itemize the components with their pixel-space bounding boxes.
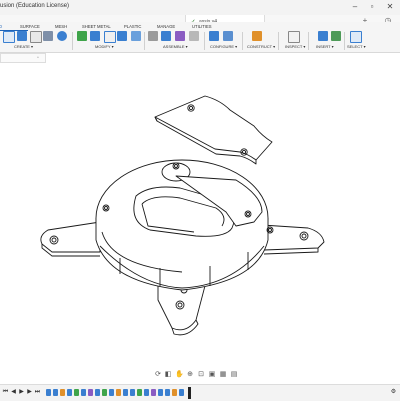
extrude-icon[interactable] (30, 31, 42, 43)
timeline-feature[interactable] (88, 389, 93, 396)
measure-icon[interactable] (288, 31, 300, 43)
minimize-icon[interactable]: – (350, 2, 360, 12)
offset-plane-icon[interactable] (252, 31, 262, 41)
maximize-icon[interactable]: ▫ (367, 2, 377, 12)
zoom-icon[interactable]: ⊕ (186, 371, 194, 379)
tab-manage[interactable]: MANAGE (157, 24, 175, 29)
joint-origin-icon[interactable] (175, 31, 185, 41)
toolbar-separator (204, 32, 205, 50)
title-bar: usion (Education License) – ▫ ✕ (0, 0, 400, 16)
timeline-feature[interactable] (151, 389, 156, 396)
look-at-icon[interactable]: ◧ (164, 371, 172, 379)
tab-sheet-metal[interactable]: SHEET METAL (82, 24, 111, 29)
tab-solid[interactable]: D (0, 24, 2, 29)
timeline-feature[interactable] (60, 389, 65, 396)
fast-forward-icon[interactable]: ⏭ (34, 389, 41, 396)
timeline-feature[interactable] (109, 389, 114, 396)
toolbar-separator (344, 32, 345, 50)
viewports-icon[interactable]: ▤ (230, 371, 238, 379)
combine-icon[interactable] (117, 31, 127, 41)
timeline-feature[interactable] (137, 389, 142, 396)
rewind-icon[interactable]: ⏮ (2, 389, 9, 396)
close-icon[interactable]: ✕ (385, 2, 395, 12)
timeline-feature[interactable] (95, 389, 100, 396)
select-group[interactable]: SELECT ▾ (347, 44, 366, 49)
timeline-feature[interactable] (123, 389, 128, 396)
timeline-feature[interactable] (81, 389, 86, 396)
fit-icon[interactable]: ⊡ (197, 371, 205, 379)
timeline-feature[interactable] (116, 389, 121, 396)
timeline-feature[interactable] (130, 389, 135, 396)
create-group[interactable]: CREATE ▾ (14, 44, 33, 49)
revolve-icon[interactable] (43, 31, 53, 41)
toolbar-separator (144, 32, 145, 50)
navigation-bar: ⟳ ◧ ✋ ⊕ ⊡ ▣ ▦ ▤ (150, 371, 240, 381)
tab-plastic[interactable]: PLASTIC (124, 24, 141, 29)
timeline: ⏮ ◀ ▶ ▶ ⏭ ⚙ (0, 384, 400, 401)
tab-mesh[interactable]: MESH (55, 24, 67, 29)
joint-icon[interactable] (148, 31, 158, 41)
configure-icon[interactable] (223, 31, 233, 41)
create-sketch-icon[interactable] (17, 31, 27, 41)
timeline-feature[interactable] (74, 389, 79, 396)
main-body (95, 159, 274, 291)
select-icon[interactable] (350, 31, 362, 43)
timeline-feature[interactable] (46, 389, 51, 396)
timeline-feature[interactable] (144, 389, 149, 396)
toolbar-separator (308, 32, 309, 50)
rigid-group-icon[interactable] (189, 31, 199, 41)
pan-icon[interactable]: ✋ (175, 371, 184, 379)
tab-utilities[interactable]: UTILITIES (192, 24, 212, 29)
configure-table-icon[interactable] (209, 31, 219, 41)
timeline-feature[interactable] (165, 389, 170, 396)
move-icon[interactable] (131, 31, 141, 41)
grid-icon[interactable]: ▦ (219, 371, 227, 379)
timeline-marker-icon[interactable] (188, 387, 191, 399)
timeline-feature[interactable] (172, 389, 177, 396)
timeline-feature[interactable] (67, 389, 72, 396)
new-component-icon[interactable] (3, 31, 15, 43)
display-settings-icon[interactable]: ▣ (208, 371, 216, 379)
hole-icon[interactable] (57, 31, 67, 41)
toolbar: D SURFACE MESH SHEET METAL PLASTIC MANAG… (0, 22, 400, 53)
timeline-feature[interactable] (179, 389, 184, 396)
inspect-group[interactable]: INSPECT ▾ (285, 44, 305, 49)
configure-group[interactable]: CONFIGURE ▾ (210, 44, 237, 49)
construct-group[interactable]: CONSTRUCT ▾ (247, 44, 275, 49)
tab-surface[interactable]: SURFACE (20, 24, 40, 29)
timeline-settings-icon[interactable]: ⚙ (390, 389, 397, 396)
press-pull-icon[interactable] (77, 31, 87, 41)
top-plate (154, 95, 273, 165)
toolbar-separator (72, 32, 73, 50)
model-viewport[interactable] (0, 60, 400, 372)
orbit-icon[interactable]: ⟳ (154, 371, 162, 379)
toolbar-separator (242, 32, 243, 50)
step-forward-icon[interactable]: ▶ (26, 389, 33, 396)
timeline-feature[interactable] (53, 389, 58, 396)
timeline-feature[interactable] (102, 389, 107, 396)
assemble-group[interactable]: ASSEMBLE ▾ (163, 44, 188, 49)
window-title: usion (Education License) (0, 3, 70, 9)
timeline-feature[interactable] (158, 389, 163, 396)
modify-group[interactable]: MODIFY ▾ (95, 44, 114, 49)
insert-derive-icon[interactable] (318, 31, 328, 41)
fillet-icon[interactable] (90, 31, 100, 41)
toolbar-separator (278, 32, 279, 50)
as-built-joint-icon[interactable] (161, 31, 171, 41)
step-back-icon[interactable]: ◀ (10, 389, 17, 396)
shell-icon[interactable] (104, 31, 116, 43)
insert-image-icon[interactable] (331, 31, 341, 41)
insert-group[interactable]: INSERT ▾ (316, 44, 334, 49)
play-icon[interactable]: ▶ (18, 389, 25, 396)
